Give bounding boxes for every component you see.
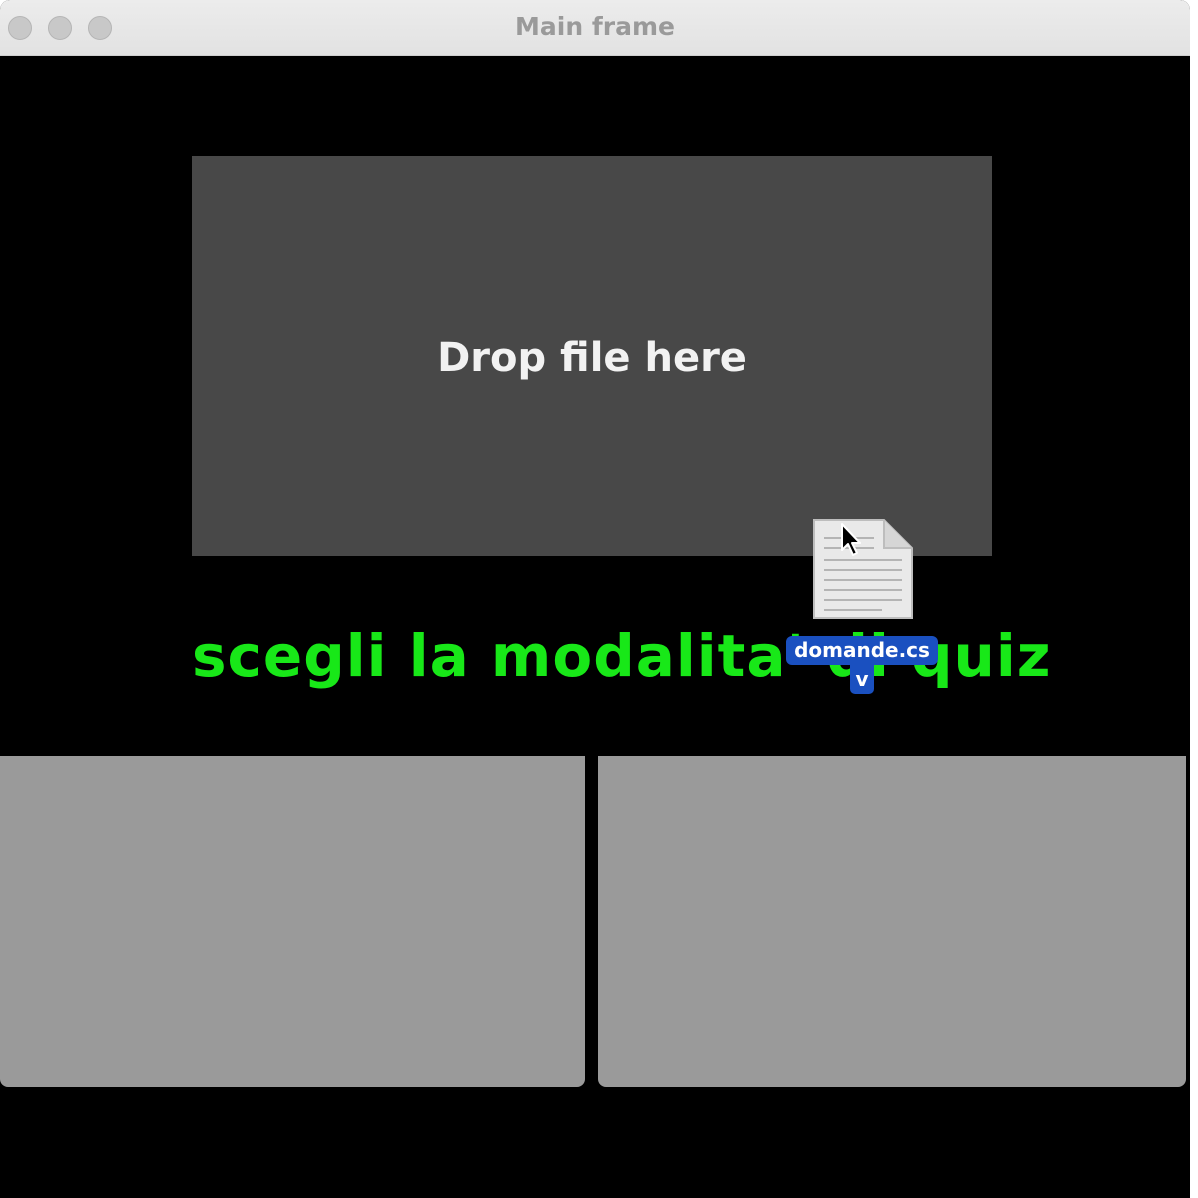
quiz-mode-button-1[interactable]	[0, 756, 585, 1087]
quiz-mode-button-2[interactable]	[598, 756, 1186, 1087]
dragged-file-name: domande.cs v	[786, 636, 938, 694]
drop-zone-label: Drop file here	[437, 335, 747, 381]
file-drop-zone[interactable]: Drop file here	[192, 156, 992, 556]
mouse-pointer-icon	[840, 522, 864, 563]
main-window: Main frame Drop file here scegli la moda…	[0, 0, 1190, 1198]
window-title: Main frame	[515, 12, 675, 41]
dragged-file-name-line-2: v	[850, 665, 874, 694]
dragged-file-name-line-1: domande.cs	[786, 636, 938, 665]
title-bar[interactable]: Main frame	[0, 0, 1190, 56]
desktop-edge	[1190, 0, 1198, 1198]
